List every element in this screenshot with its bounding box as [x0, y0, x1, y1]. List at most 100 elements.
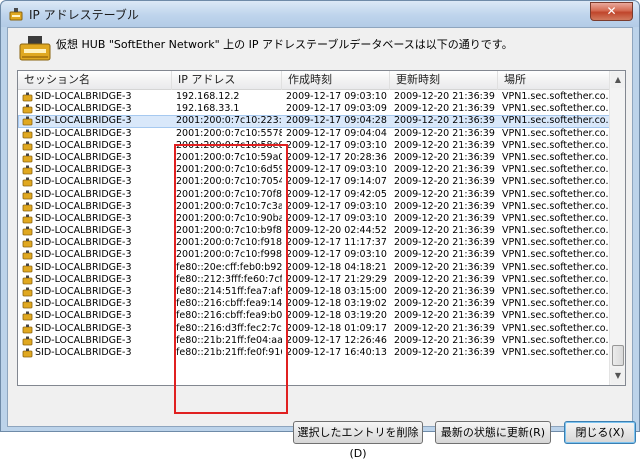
location-cell: VPN1.sec.softether.co... [502, 212, 610, 224]
ip-address-cell: 2001:200:0:7c10:f998:a3... [176, 249, 282, 261]
session-name: SID-LOCALBRIDGE-3 [35, 200, 132, 212]
table-row[interactable]: SID-LOCALBRIDGE-3 fe80::21b:21ff:fe0f:916… [18, 347, 611, 359]
location-cell: VPN1.sec.softether.co... [502, 151, 610, 163]
session-cell: SID-LOCALBRIDGE-3 [20, 152, 168, 164]
session-name: SID-LOCALBRIDGE-3 [35, 286, 132, 297]
scroll-down-arrow-icon[interactable]: ▼ [611, 368, 625, 384]
table-row[interactable]: SID-LOCALBRIDGE-3 2001:200:0:7c10:7c3adb.… [18, 201, 611, 213]
table-row[interactable]: SID-LOCALBRIDGE-3 2001:200:0:7c10:5578:f3… [18, 128, 611, 140]
session-name: SID-LOCALBRIDGE-3 [35, 164, 132, 176]
created-time-cell: 2009-12-17 09:03:09 [286, 103, 387, 115]
session-name: SID-LOCALBRIDGE-3 [35, 91, 132, 102]
table-row[interactable]: SID-LOCALBRIDGE-3 fe80::216:cbff:fea9:147… [18, 298, 611, 310]
ip-address-cell: fe80::212:3fff:fe60:7cf5 [176, 273, 282, 285]
updated-time-cell: 2009-12-20 21:36:39 [394, 334, 495, 346]
updated-time-cell: 2009-12-20 21:36:39 [394, 115, 495, 127]
updated-time-cell: 2009-12-20 21:36:39 [394, 188, 495, 200]
vertical-scrollbar[interactable]: ▲ ▼ [609, 71, 625, 385]
updated-time-cell: 2009-12-20 21:36:39 [394, 310, 495, 322]
session-cell: SID-LOCALBRIDGE-3 [20, 164, 168, 176]
table-row[interactable]: SID-LOCALBRIDGE-3 2001:200:0:7c10:f998:a3… [18, 249, 611, 261]
updated-time-cell: 2009-12-20 21:36:39 [394, 103, 495, 115]
column-header-location[interactable]: 場所 [498, 71, 611, 90]
ip-address-cell: fe80::21b:21ff:fe0f:916e [176, 346, 282, 358]
updated-time-cell: 2009-12-20 21:36:39 [394, 346, 495, 358]
column-header-ip[interactable]: IP アドレス [172, 71, 282, 90]
updated-time-cell: 2009-12-20 21:36:39 [394, 127, 495, 139]
created-time-cell: 2009-12-20 02:44:52 [286, 225, 387, 237]
session-icon [22, 165, 33, 175]
location-cell: VPN1.sec.softether.co... [502, 200, 610, 212]
ip-address-cell: fe80::216:cbff:fea9:b0cb [176, 310, 282, 322]
table-row[interactable]: SID-LOCALBRIDGE-3 fe80::214:51ff:fea7:af9… [18, 286, 611, 298]
session-name: SID-LOCALBRIDGE-3 [35, 176, 132, 188]
table-row[interactable]: SID-LOCALBRIDGE-3 fe80::20e:cff:feb0:b926… [18, 262, 611, 274]
session-name: SID-LOCALBRIDGE-3 [35, 310, 132, 322]
session-icon [22, 129, 33, 138]
table-row[interactable]: SID-LOCALBRIDGE-3 2001:200:0:7c10:f918:22… [18, 237, 611, 249]
created-time-cell: 2009-12-17 11:17:37 [286, 237, 387, 249]
ip-address-cell: fe80::21b:21ff:fe04:aa06 [176, 334, 282, 346]
table-row[interactable]: SID-LOCALBRIDGE-3 2001:200:0:7c10:7054:8a… [18, 176, 611, 188]
title-bar[interactable]: IP アドレステーブル ✕ [1, 1, 639, 27]
delete-entry-button[interactable]: 選択したエントリを削除(D) [293, 421, 423, 460]
updated-time-cell: 2009-12-20 21:36:39 [394, 200, 495, 212]
scroll-thumb[interactable] [612, 345, 624, 366]
close-button[interactable]: 閉じる(X) [564, 421, 636, 444]
refresh-button[interactable]: 最新の状態に更新(R) [435, 421, 551, 444]
table-row[interactable]: SID-LOCALBRIDGE-3 192.168.33.1 2009-12-17 … [18, 103, 611, 115]
table-row[interactable]: SID-LOCALBRIDGE-3 2001:200:0:7c10:223:8ff… [18, 115, 611, 128]
table-row[interactable]: SID-LOCALBRIDGE-3 fe80::21b:21ff:fe04:aa0… [18, 335, 611, 347]
session-name: SID-LOCALBRIDGE-3 [35, 225, 132, 237]
session-name: SID-LOCALBRIDGE-3 [35, 237, 132, 249]
session-name: SID-LOCALBRIDGE-3 [35, 103, 132, 115]
session-cell: SID-LOCALBRIDGE-3 [20, 335, 168, 347]
window-title: IP アドレステーブル [29, 8, 139, 22]
session-name: SID-LOCALBRIDGE-3 [35, 127, 132, 139]
column-header-session[interactable]: セッション名 [18, 71, 172, 90]
ip-address-cell: 2001:200:0:7c10:59a0:70... [176, 151, 282, 163]
session-name: SID-LOCALBRIDGE-3 [35, 188, 132, 200]
session-name: SID-LOCALBRIDGE-3 [35, 322, 132, 334]
ip-address-list[interactable]: セッション名 IP アドレス 作成時刻 更新時刻 場所 SID-LOCALBRI… [17, 70, 626, 386]
location-cell: VPN1.sec.softether.co... [502, 310, 610, 322]
session-icon [22, 190, 33, 199]
table-row[interactable]: SID-LOCALBRIDGE-3 2001:200:0:7c10:70f8:5b… [18, 189, 611, 201]
created-time-cell: 2009-12-18 01:09:17 [286, 322, 387, 334]
dialog-body: 仮想 HUB "SoftEther Network" 上の IP アドレステーブ… [7, 27, 636, 460]
table-row[interactable]: SID-LOCALBRIDGE-3 192.168.12.2 2009-12-17 … [18, 91, 611, 103]
column-header-created[interactable]: 作成時刻 [282, 71, 390, 90]
table-row[interactable]: SID-LOCALBRIDGE-3 fe80::216:d3ff:fec2:7c3… [18, 323, 611, 335]
table-row[interactable]: SID-LOCALBRIDGE-3 2001:200:0:7c10:6d59:ec… [18, 164, 611, 176]
table-row[interactable]: SID-LOCALBRIDGE-3 fe80::212:3fff:fe60:7cf… [18, 274, 611, 286]
location-cell: VPN1.sec.softether.co... [502, 273, 610, 285]
session-name: SID-LOCALBRIDGE-3 [35, 334, 132, 346]
window-close-button[interactable]: ✕ [590, 2, 633, 21]
description-text: 仮想 HUB "SoftEther Network" 上の IP アドレステーブ… [56, 38, 513, 51]
session-icon [22, 238, 33, 248]
created-time-cell: 2009-12-17 21:29:29 [286, 273, 387, 285]
table-row[interactable]: SID-LOCALBRIDGE-3 2001:200:0:7c10:90ba:2d… [18, 213, 611, 225]
column-header-updated[interactable]: 更新時刻 [390, 71, 498, 90]
ip-address-cell: 2001:200:0:7c10:58e0:10... [176, 139, 282, 151]
created-time-cell: 2009-12-17 09:14:07 [286, 176, 387, 188]
session-icon [22, 348, 33, 358]
scroll-up-arrow-icon[interactable]: ▲ [611, 72, 625, 88]
table-row[interactable]: SID-LOCALBRIDGE-3 2001:200:0:7c10:59a0:70… [18, 152, 611, 164]
session-icon [22, 104, 33, 114]
created-time-cell: 2009-12-17 20:28:36 [286, 151, 387, 163]
created-time-cell: 2009-12-17 09:03:10 [286, 212, 387, 224]
table-row[interactable]: SID-LOCALBRIDGE-3 fe80::216:cbff:fea9:b0c… [18, 310, 611, 322]
table-row[interactable]: SID-LOCALBRIDGE-3 2001:200:0:7c10:58e0:10… [18, 140, 611, 152]
updated-time-cell: 2009-12-20 21:36:39 [394, 286, 495, 297]
session-cell: SID-LOCALBRIDGE-3 [20, 103, 168, 115]
ip-address-cell: 2001:200:0:7c10:223:8ff... [176, 115, 282, 127]
session-icon [22, 177, 33, 187]
table-row[interactable]: SID-LOCALBRIDGE-3 2001:200:0:7c10:b9f8:b8… [18, 225, 611, 237]
location-cell: VPN1.sec.softether.co... [502, 261, 610, 273]
location-cell: VPN1.sec.softether.co... [502, 164, 610, 176]
updated-time-cell: 2009-12-20 21:36:39 [394, 212, 495, 224]
created-time-cell: 2009-12-18 03:19:02 [286, 298, 387, 310]
session-icon [22, 214, 33, 224]
session-icon [22, 336, 33, 346]
